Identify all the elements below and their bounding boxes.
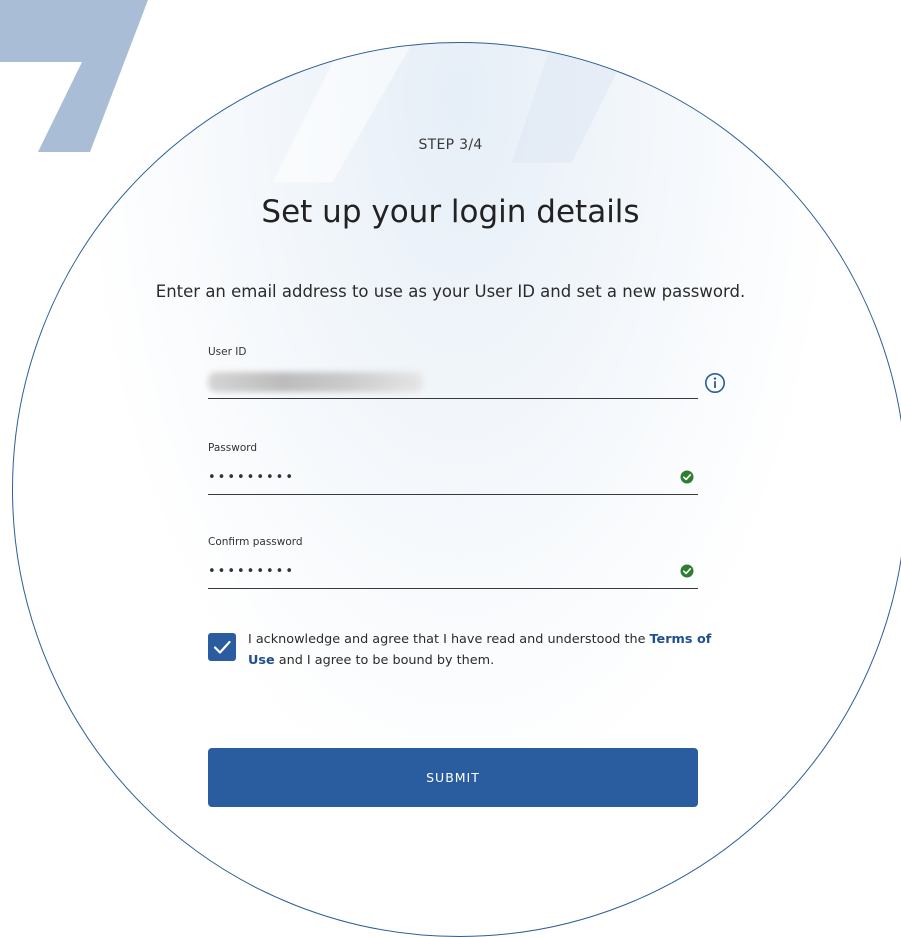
submit-button[interactable]: SUBMIT bbox=[208, 748, 698, 807]
confirm-password-field-group: Confirm password ••••••••• bbox=[208, 536, 698, 589]
confirm-password-label: Confirm password bbox=[208, 536, 303, 548]
info-icon[interactable] bbox=[704, 372, 726, 394]
terms-consent-text: I acknowledge and agree that I have read… bbox=[248, 629, 718, 671]
user-id-value-obscured[interactable] bbox=[208, 372, 423, 392]
terms-checkbox[interactable] bbox=[208, 633, 236, 661]
password-field-group: Password ••••••••• bbox=[208, 442, 698, 495]
confirm-password-input[interactable]: ••••••••• bbox=[208, 560, 648, 584]
check-circle-icon bbox=[680, 470, 694, 484]
page-subtitle: Enter an email address to use as your Us… bbox=[155, 282, 746, 301]
checkmark-icon bbox=[213, 640, 231, 654]
user-id-field-group: User ID bbox=[208, 346, 725, 399]
user-id-field[interactable] bbox=[208, 368, 725, 399]
check-circle-icon bbox=[680, 564, 694, 578]
confirm-password-field[interactable]: ••••••••• bbox=[208, 558, 698, 589]
user-id-label: User ID bbox=[208, 346, 247, 358]
consent-text-after: and I agree to be bound by them. bbox=[274, 653, 495, 668]
password-label: Password bbox=[208, 442, 258, 454]
consent-text-before: I acknowledge and agree that I have read… bbox=[248, 632, 650, 647]
step-indicator: STEP 3/4 bbox=[418, 137, 483, 153]
page-title: Set up your login details bbox=[261, 194, 640, 230]
password-field[interactable]: ••••••••• bbox=[208, 464, 698, 495]
password-input[interactable]: ••••••••• bbox=[208, 466, 648, 490]
